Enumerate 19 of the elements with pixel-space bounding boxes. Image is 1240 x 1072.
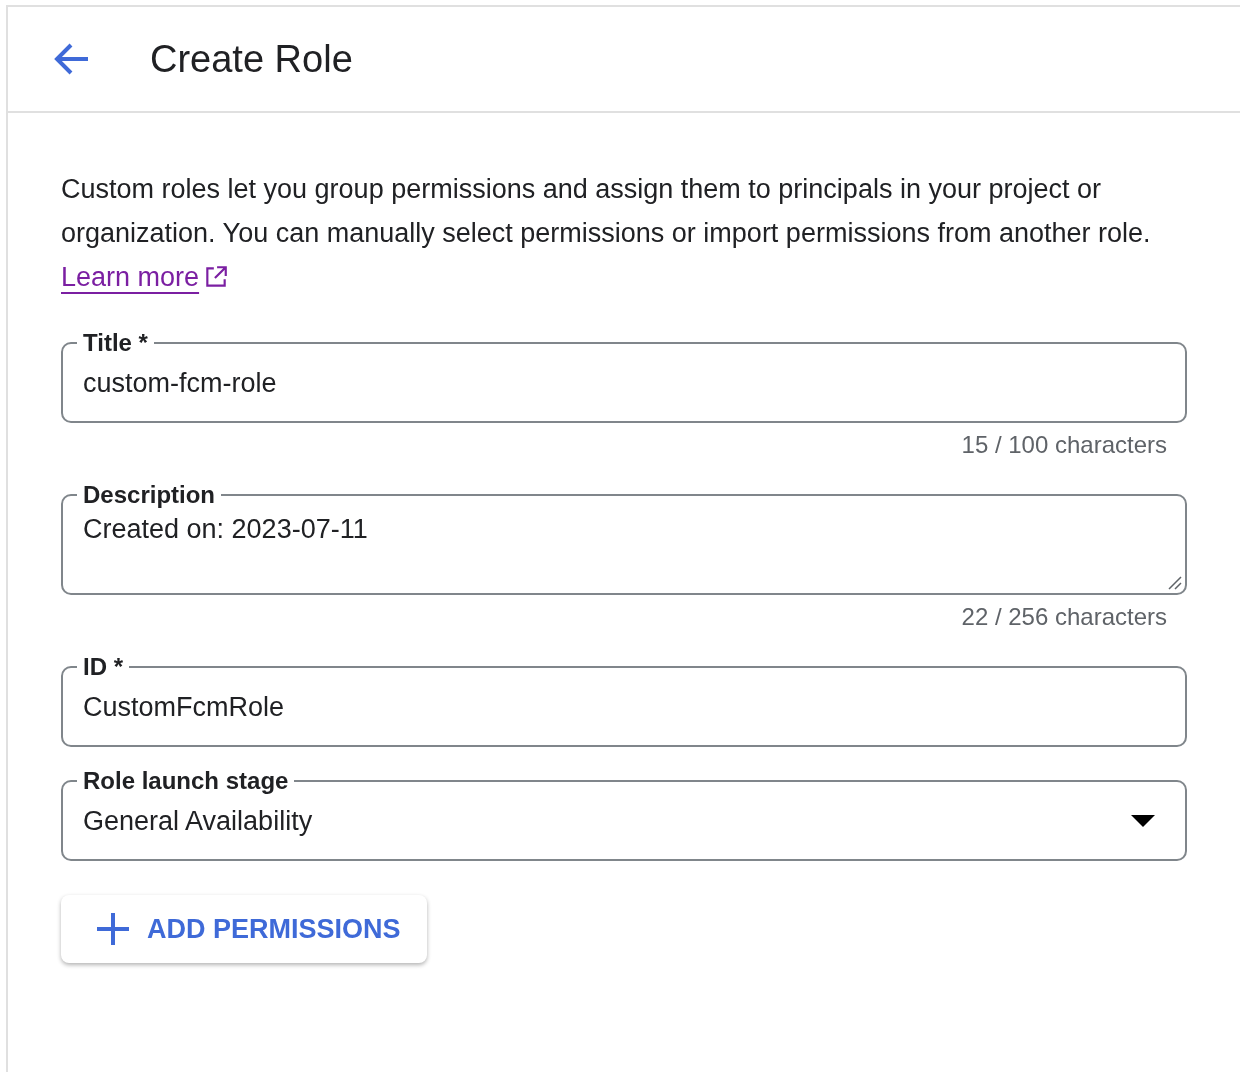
back-arrow-icon (54, 43, 90, 75)
field-value: Created on: 2023-07-11 (83, 513, 368, 545)
dropdown-caret-icon (1131, 815, 1155, 827)
select-value: General Availability (83, 805, 313, 837)
page-title: Create Role (150, 37, 353, 82)
field-label: Role launch stage (82, 767, 290, 795)
field-label: Title * (82, 329, 149, 357)
intro-paragraph: Custom roles let you group permissions and assign them to principals in your project or organization. You can manually select permissions or import permissions from another role. Learn more (61, 167, 1161, 299)
field-value: CustomFcmRole (83, 691, 285, 723)
field-label: ID * (82, 653, 124, 681)
add-permissions-button[interactable]: ADD PERMISSIONS (61, 895, 427, 963)
field-value: custom-fcm-role (83, 367, 277, 399)
field-label: Description (82, 481, 217, 509)
external-link-icon (203, 264, 230, 290)
plus-icon (97, 913, 129, 945)
character-counter: 22 / 256 characters (961, 602, 1167, 632)
resize-handle-icon[interactable] (1168, 576, 1182, 590)
character-counter: 15 / 100 characters (961, 430, 1167, 460)
learn-more-link[interactable]: Learn more (61, 255, 230, 299)
